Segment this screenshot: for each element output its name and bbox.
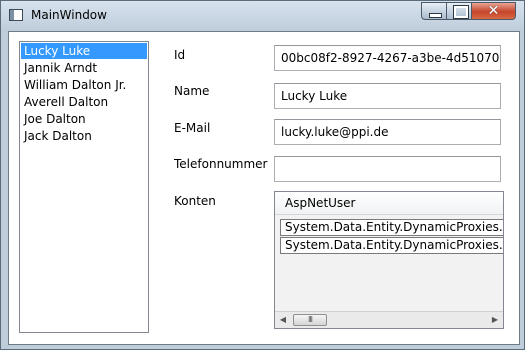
accounts-label: Konten: [174, 194, 216, 208]
window-app-icon[interactable]: [9, 9, 23, 21]
window-title: MainWindow: [31, 8, 107, 22]
scroll-right-icon[interactable]: ▶: [487, 312, 503, 328]
table-row[interactable]: System.Data.Entity.DynamicProxies.AspNe: [280, 219, 503, 236]
window-content: Lucky Luke Jannik Arndt William Dalton J…: [8, 31, 520, 345]
list-item-selected[interactable]: Lucky Luke: [21, 43, 147, 59]
list-item[interactable]: William Dalton Jr.: [21, 77, 147, 93]
close-icon: ✕: [487, 3, 500, 19]
list-item[interactable]: Jannik Arndt: [21, 60, 147, 76]
horizontal-scrollbar[interactable]: ◀ III ▶: [275, 311, 503, 328]
phone-label: Telefonnummer: [174, 157, 268, 171]
list-item[interactable]: Joe Dalton: [21, 111, 147, 127]
accounts-datagrid[interactable]: AspNetUser System.Data.Entity.DynamicPro…: [274, 191, 504, 329]
maximize-button[interactable]: [446, 2, 472, 20]
phone-field[interactable]: [274, 156, 501, 182]
close-button[interactable]: ✕: [471, 2, 516, 20]
column-header-aspnetuser[interactable]: AspNetUser: [275, 192, 503, 215]
main-window: MainWindow ✕ Lucky Luke Jannik Arndt Wil…: [0, 0, 525, 350]
name-label: Name: [174, 84, 210, 98]
list-item[interactable]: Averell Dalton: [21, 94, 147, 110]
title-bar[interactable]: MainWindow ✕: [1, 1, 524, 30]
email-field[interactable]: lucky.luke@ppi.de: [274, 119, 501, 145]
scroll-left-icon[interactable]: ◀: [275, 312, 291, 328]
maximize-icon: [453, 5, 469, 19]
name-field[interactable]: Lucky Luke: [274, 83, 501, 109]
table-row[interactable]: System.Data.Entity.DynamicProxies.AspNe: [280, 237, 503, 254]
email-label: E-Mail: [174, 121, 211, 135]
minimize-button[interactable]: [421, 2, 447, 20]
id-label: Id: [174, 48, 186, 62]
people-listbox[interactable]: Lucky Luke Jannik Arndt William Dalton J…: [19, 41, 149, 333]
scroll-thumb[interactable]: III: [293, 314, 327, 326]
id-field[interactable]: 00bc08f2-8927-4267-a3be-4d510706ea2f: [274, 45, 501, 71]
minimize-icon: [429, 13, 442, 18]
list-item[interactable]: Jack Dalton: [21, 128, 147, 144]
